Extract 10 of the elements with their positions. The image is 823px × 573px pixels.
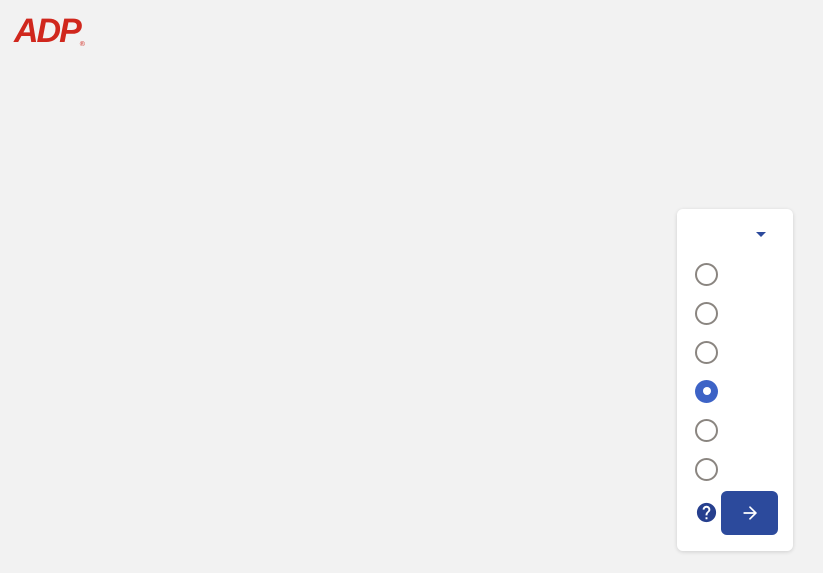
radio-button[interactable] bbox=[695, 418, 718, 442]
radio-button[interactable] bbox=[695, 262, 718, 286]
radio-button[interactable] bbox=[695, 340, 718, 364]
caret-icon bbox=[756, 232, 766, 237]
radio-button[interactable] bbox=[695, 302, 718, 324]
radio-button[interactable] bbox=[695, 380, 718, 402]
next-button[interactable] bbox=[721, 490, 778, 534]
radio-button[interactable] bbox=[695, 458, 718, 480]
help-icon[interactable] bbox=[695, 501, 718, 524]
logo: ADP bbox=[14, 12, 80, 50]
